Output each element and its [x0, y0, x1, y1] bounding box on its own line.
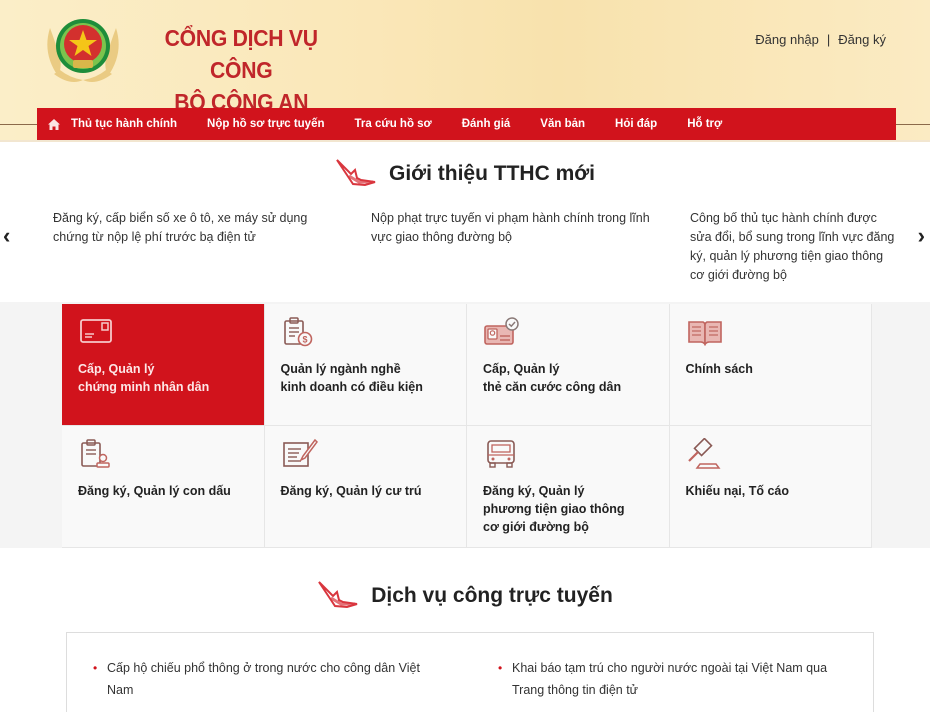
nav-item-ho-tro[interactable]: Hỗ trợ: [687, 118, 722, 130]
nav-divider-left: [0, 124, 37, 125]
category-label: Đăng ký, Quản lý phương tiện giao thông …: [483, 484, 625, 534]
category-label: Đăng ký, Quản lý cư trú: [280, 484, 422, 498]
swallow-decoration-icon: [318, 581, 358, 609]
site-title-line1: CỔNG DỊCH VỤ CÔNG: [164, 25, 318, 83]
home-icon[interactable]: [37, 118, 71, 130]
intro-title: Giới thiệu TTHC mới: [388, 162, 596, 185]
nav-item-hoi-dap[interactable]: Hỏi đáp: [615, 118, 657, 130]
police-emblem-logo[interactable]: [40, 8, 126, 88]
online-service-item[interactable]: • Cấp hộ chiếu phổ thông ở trong nước ch…: [93, 657, 447, 701]
category-tile-cu-tru[interactable]: Đăng ký, Quản lý cư trú: [264, 426, 467, 548]
category-tile-cccd[interactable]: Cấp, Quản lý thẻ căn cước công dân: [467, 304, 670, 426]
category-tile-nganh-nghe[interactable]: $ Quản lý ngành nghề kinh doanh có điều …: [264, 304, 467, 426]
main-nav: Thủ tục hành chính Nộp hồ sơ trực tuyến …: [37, 108, 896, 140]
category-label: Cấp, Quản lý thẻ căn cước công dân: [483, 362, 622, 394]
id-card-check-icon: [484, 317, 519, 345]
swallow-decoration-icon: [336, 159, 376, 187]
category-label: Chính sách: [685, 362, 753, 376]
carousel-prev-button[interactable]: ‹: [3, 223, 10, 249]
site-title[interactable]: CỔNG DỊCH VỤ CÔNG BỘ CÔNG AN: [140, 22, 342, 118]
category-grid: Cấp, Quản lý chứng minh nhân dân $ Quản …: [62, 304, 872, 548]
category-tile-chinh-sach[interactable]: Chính sách: [669, 304, 872, 426]
online-services-box: • Cấp hộ chiếu phổ thông ở trong nước ch…: [66, 632, 874, 712]
online-service-text: Cấp hộ chiếu phổ thông ở trong nước cho …: [107, 661, 420, 697]
category-label: Đăng ký, Quản lý con dấu: [78, 484, 231, 498]
category-tile-phuong-tien[interactable]: Đăng ký, Quản lý phương tiện giao thông …: [467, 426, 670, 548]
nav-item-danh-gia[interactable]: Đánh giá: [462, 118, 511, 130]
clipboard-dollar-icon: $: [283, 317, 312, 347]
nav-item-tra-cuu-ho-so[interactable]: Tra cứu hồ sơ: [355, 118, 432, 130]
carousel-next-button[interactable]: ›: [918, 223, 925, 249]
online-service-text: Khai báo tạm trú cho người nước ngoài tạ…: [512, 661, 828, 697]
gavel-icon: [687, 438, 720, 469]
book-icon: [687, 321, 722, 346]
clipboard-stamp-icon: [81, 439, 110, 468]
bullet-icon: •: [93, 661, 98, 675]
category-label: Quản lý ngành nghề kinh doanh có điều ki…: [280, 362, 423, 394]
intro-section-heading: Giới thiệu TTHC mới: [0, 158, 930, 190]
svg-text:$: $: [302, 335, 307, 345]
category-label: Cấp, Quản lý chứng minh nhân dân: [78, 362, 210, 394]
intro-news-item[interactable]: Nộp phạt trực tuyến vi phạm hành chính t…: [371, 209, 656, 247]
intro-carousel: ‹ Đăng ký, cấp biển số xe ô tô, xe máy s…: [0, 205, 930, 282]
online-section-heading: Dịch vụ công trực tuyến: [0, 580, 930, 612]
nav-item-thu-tuc-hanh-chinh[interactable]: Thủ tục hành chính: [71, 118, 177, 130]
login-link[interactable]: Đăng nhập: [755, 32, 819, 47]
intro-news-item[interactable]: Công bố thủ tục hành chính được sửa đổi,…: [690, 209, 897, 285]
category-tile-con-dau[interactable]: Đăng ký, Quản lý con dấu: [62, 426, 265, 548]
category-tile-cmnd[interactable]: Cấp, Quản lý chứng minh nhân dân: [62, 304, 265, 426]
intro-news-item[interactable]: Đăng ký, cấp biển số xe ô tô, xe máy sử …: [53, 209, 338, 247]
nav-item-nop-ho-so[interactable]: Nộp hồ sơ trực tuyến: [207, 118, 324, 130]
auth-links: Đăng nhập | Đăng ký: [755, 32, 886, 47]
register-link[interactable]: Đăng ký: [838, 32, 886, 47]
online-title: Dịch vụ công trực tuyến: [371, 584, 613, 607]
id-card-icon: [80, 319, 112, 343]
car-icon: [487, 440, 515, 468]
document-pen-icon: [282, 438, 318, 467]
category-label: Khiếu nại, Tố cáo: [685, 484, 790, 498]
category-tile-khieu-nai[interactable]: Khiếu nại, Tố cáo: [669, 426, 872, 548]
nav-item-van-ban[interactable]: Văn bản: [540, 118, 585, 130]
auth-separator: |: [826, 32, 831, 47]
bullet-icon: •: [498, 661, 503, 675]
nav-divider-right: [896, 124, 930, 125]
online-service-item[interactable]: • Khai báo tạm trú cho người nước ngoài …: [498, 657, 852, 701]
